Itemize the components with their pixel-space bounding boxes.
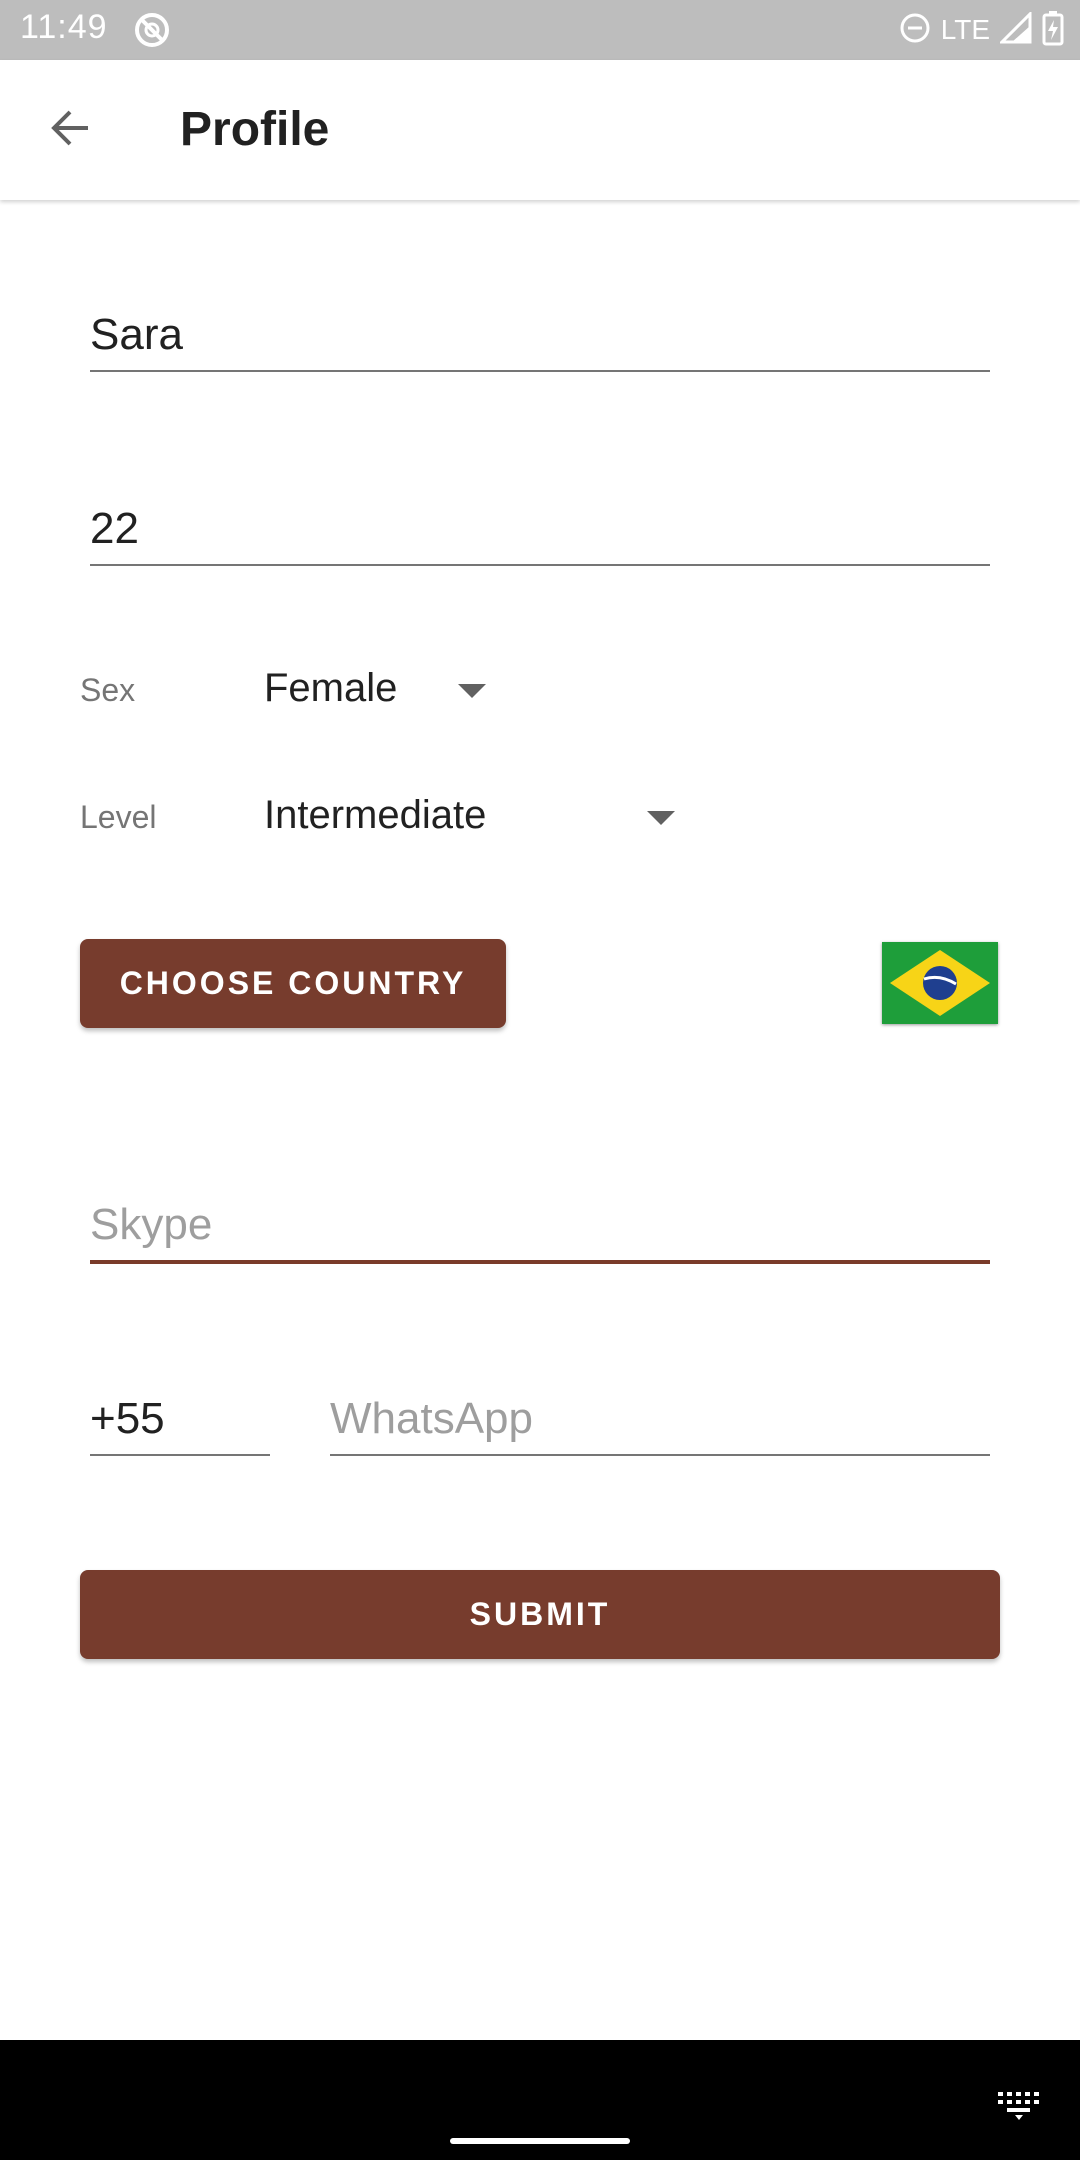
sex-label: Sex	[80, 672, 136, 708]
submit-button[interactable]: SUBMIT	[80, 1570, 1000, 1659]
name-field-value: Sara	[90, 310, 183, 359]
brazil-flag-icon	[882, 942, 998, 1024]
navigation-bar	[0, 2040, 1080, 2160]
status-time: 11:49	[20, 8, 108, 46]
screen: 11:49 LTE Profile Sara 22 Sex Female Lev…	[0, 0, 1080, 2160]
signal-icon	[998, 9, 1032, 49]
status-bar: 11:49 LTE	[0, 0, 1080, 60]
page-title: Profile	[180, 103, 330, 156]
keyboard-icon[interactable]	[998, 2092, 1040, 2125]
dropdown-arrow-icon	[647, 811, 675, 825]
app-bar: Profile	[0, 60, 1080, 200]
skype-placeholder: Skype	[90, 1200, 213, 1249]
age-field[interactable]: 22	[90, 496, 990, 566]
network-type: LTE	[940, 14, 990, 45]
back-button[interactable]	[40, 100, 100, 160]
phone-code-value: +55	[90, 1394, 165, 1443]
status-icons: LTE	[899, 9, 1064, 51]
sex-dropdown-value: Female	[264, 666, 398, 710]
level-dropdown[interactable]: Intermediate	[250, 777, 690, 857]
whatsapp-placeholder: WhatsApp	[330, 1394, 533, 1443]
arrow-back-icon	[48, 106, 92, 155]
level-dropdown-value: Intermediate	[264, 793, 487, 837]
submit-label: SUBMIT	[469, 1596, 611, 1632]
sync-off-icon	[134, 12, 170, 48]
phone-code-field[interactable]: +55	[90, 1386, 270, 1456]
home-gesture-bar[interactable]	[450, 2138, 630, 2144]
battery-charging-icon	[1042, 10, 1064, 51]
choose-country-button[interactable]: CHOOSE COUNTRY	[80, 939, 506, 1028]
skype-field[interactable]: Skype	[90, 1194, 990, 1264]
do-not-disturb-icon	[899, 12, 931, 49]
level-label: Level	[80, 799, 157, 835]
choose-country-label: CHOOSE COUNTRY	[119, 965, 467, 1001]
sex-dropdown[interactable]: Female	[250, 650, 500, 730]
whatsapp-field[interactable]: WhatsApp	[330, 1386, 990, 1456]
dropdown-arrow-icon	[458, 684, 486, 698]
age-field-value: 22	[90, 504, 139, 553]
name-field[interactable]: Sara	[90, 302, 990, 372]
